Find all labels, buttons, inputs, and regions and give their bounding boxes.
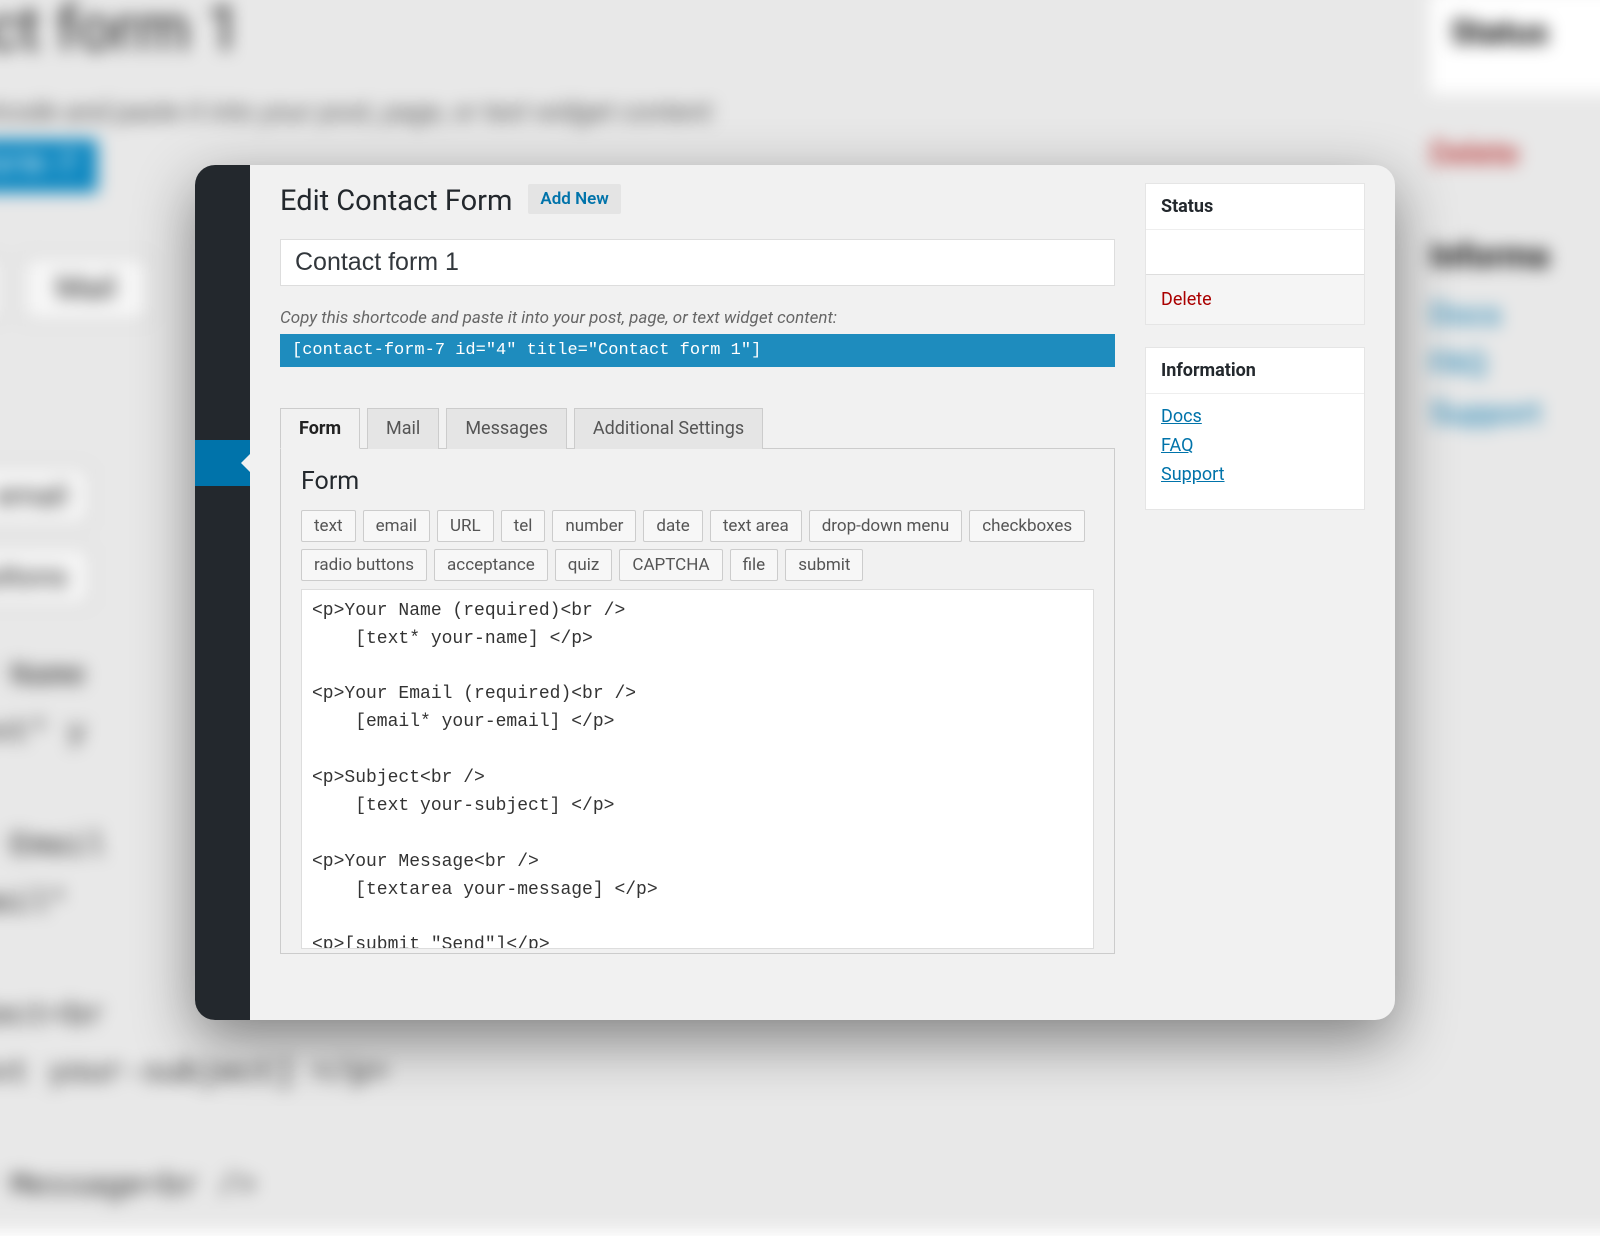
tabs: Form Mail Messages Additional Settings <box>280 407 1115 449</box>
tag-btn-email[interactable]: email <box>363 510 430 542</box>
tag-btn-tel[interactable]: tel <box>501 510 546 542</box>
status-heading: Status <box>1146 184 1364 230</box>
shortcode-display[interactable]: [contact-form-7 id="4" title="Contact fo… <box>280 334 1115 367</box>
sidebar-active-indicator <box>195 440 250 486</box>
information-metabox: Information Docs FAQ Support <box>1145 347 1365 510</box>
editor-modal: Edit Contact Form Add New Copy this shor… <box>195 165 1395 1020</box>
tag-btn-acceptance[interactable]: acceptance <box>434 549 548 581</box>
tag-btn-text[interactable]: text <box>301 510 356 542</box>
tag-btn-dropdown[interactable]: drop-down menu <box>809 510 962 542</box>
tag-btn-url[interactable]: URL <box>437 510 494 542</box>
tab-form[interactable]: Form <box>280 408 360 449</box>
tag-btn-quiz[interactable]: quiz <box>555 549 613 581</box>
page-title: Edit Contact Form <box>280 183 512 221</box>
faq-link[interactable]: FAQ <box>1161 435 1349 456</box>
form-panel: Form text email URL tel number date text… <box>280 449 1115 954</box>
tab-mail[interactable]: Mail <box>367 408 439 449</box>
panel-heading: Form <box>301 467 1094 496</box>
tag-btn-file[interactable]: file <box>730 549 779 581</box>
form-title-input[interactable] <box>280 239 1115 286</box>
tag-btn-textarea[interactable]: text area <box>710 510 802 542</box>
information-heading: Information <box>1146 348 1364 394</box>
delete-link[interactable]: Delete <box>1161 289 1212 310</box>
tag-btn-number[interactable]: number <box>552 510 636 542</box>
form-template-textarea[interactable] <box>301 589 1094 949</box>
status-metabox: Status Delete <box>1145 183 1365 325</box>
tag-btn-submit[interactable]: submit <box>785 549 863 581</box>
admin-sidebar <box>195 165 250 1020</box>
tag-btn-radio[interactable]: radio buttons <box>301 549 427 581</box>
tab-messages[interactable]: Messages <box>446 408 567 449</box>
shortcode-hint: Copy this shortcode and paste it into yo… <box>280 308 1115 328</box>
tab-additional-settings[interactable]: Additional Settings <box>574 408 763 449</box>
tag-btn-checkboxes[interactable]: checkboxes <box>969 510 1085 542</box>
support-link[interactable]: Support <box>1161 464 1349 485</box>
docs-link[interactable]: Docs <box>1161 406 1349 427</box>
tag-btn-captcha[interactable]: CAPTCHA <box>619 549 722 581</box>
add-new-button[interactable]: Add New <box>528 184 620 214</box>
tag-btn-date[interactable]: date <box>643 510 702 542</box>
tag-generator-buttons: text email URL tel number date text area… <box>301 510 1094 581</box>
